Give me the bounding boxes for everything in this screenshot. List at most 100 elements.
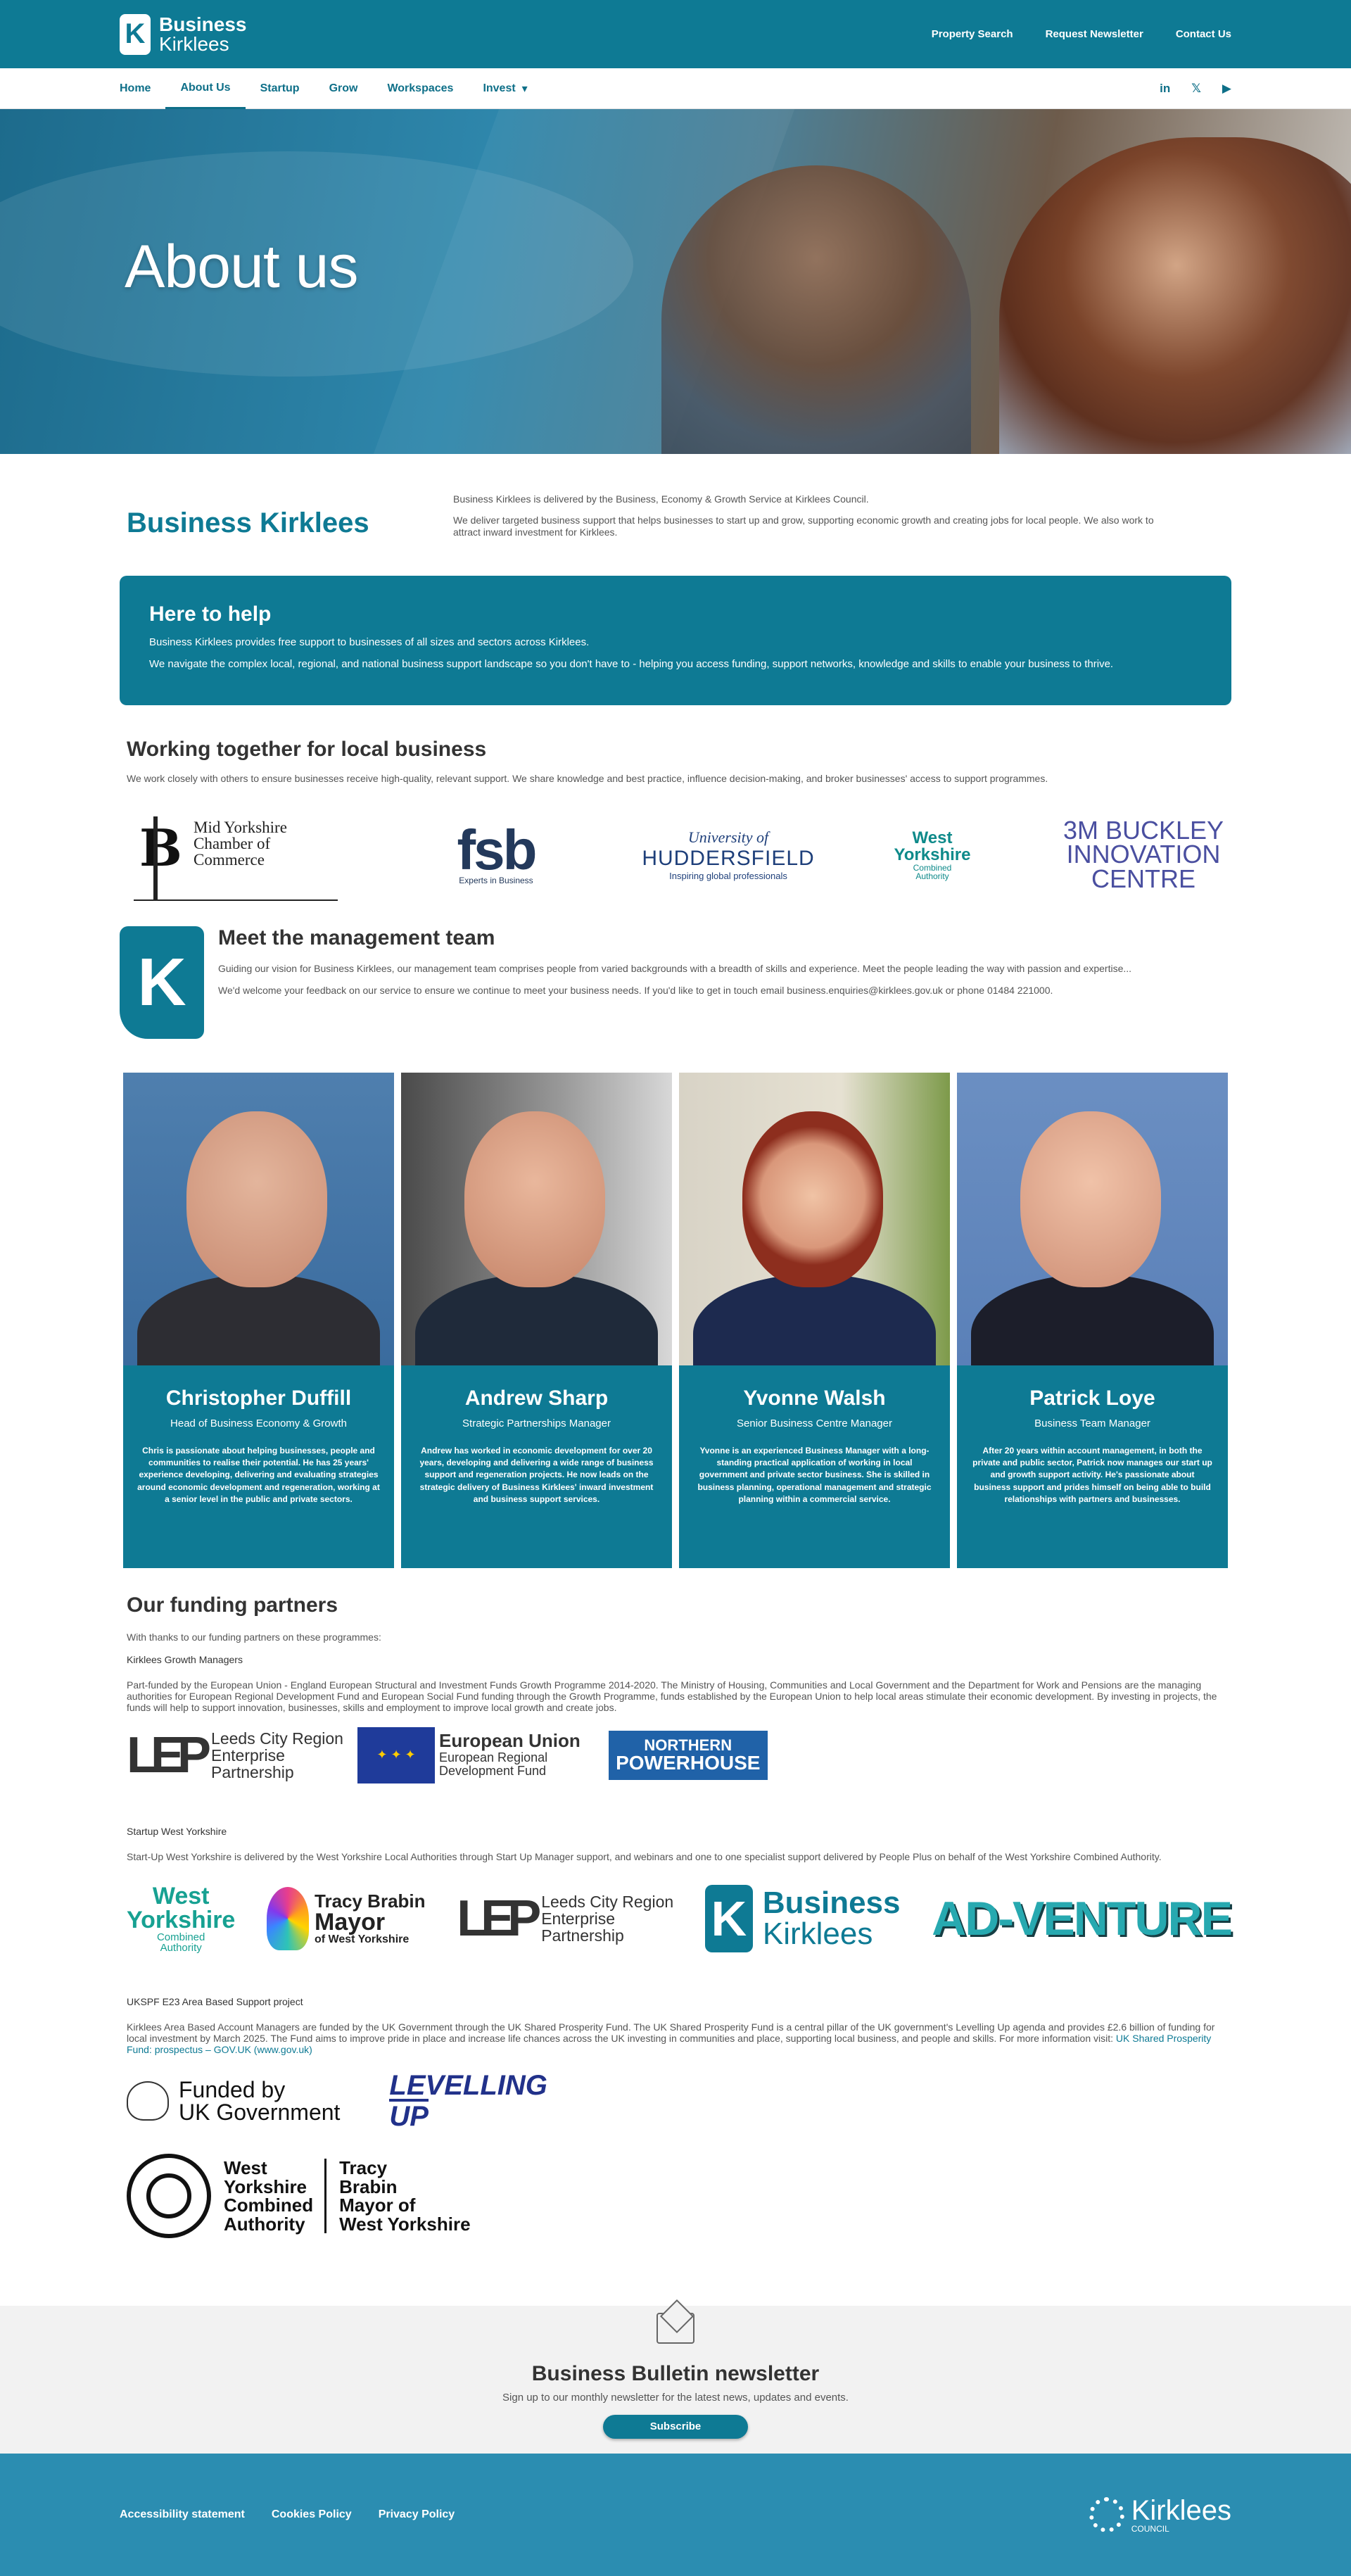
nav-about-us[interactable]: About Us: [165, 68, 246, 109]
team-card: Christopher Duffill Head of Business Eco…: [123, 1072, 394, 1568]
northern-powerhouse-logo: NORTHERN POWERHOUSE: [608, 1730, 768, 1780]
council-name: Kirklees: [1131, 2495, 1231, 2527]
rose-icon: [127, 2154, 211, 2239]
main-content: Business Kirklees Business Kirklees is d…: [120, 454, 1233, 2239]
levelling-up-logo: LEVELLING UP: [389, 2071, 547, 2130]
ukgov-line1: Funded by: [179, 2077, 286, 2103]
lep-line1: Leeds City Region: [211, 1729, 343, 1748]
leeds-city-region-lep-logo: LEP Leeds City Region Enterprise Partnersh…: [457, 1890, 674, 1947]
leeds-city-region-lep-logo: LEP Leeds City Region Enterprise Partnersh…: [127, 1726, 343, 1783]
myc-line1: Mid Yorkshire: [194, 818, 287, 836]
bk-line1: Business: [762, 1885, 901, 1920]
linkedin-icon[interactable]: in: [1160, 82, 1170, 96]
k-logo-icon: K: [120, 926, 204, 1039]
social-links: in 𝕏 ▶: [1160, 82, 1231, 96]
k-logo-icon: K: [704, 1884, 753, 1952]
team-role: Senior Business Centre Manager: [737, 1417, 892, 1429]
growth-managers-logos: LEP Leeds City Region Enterprise Partnersh…: [127, 1726, 1231, 1783]
youtube-icon[interactable]: ▶: [1222, 82, 1231, 96]
nav-workspaces[interactable]: Workspaces: [372, 68, 468, 109]
team-name: Patrick Loye: [1029, 1386, 1155, 1410]
nav-invest[interactable]: Invest ▾: [468, 68, 542, 109]
management-heading: Meet the management team: [218, 926, 495, 949]
kirklees-swirl-icon: [1089, 2497, 1124, 2533]
np-line1: NORTHERN: [644, 1736, 732, 1754]
nav-grow[interactable]: Grow: [315, 68, 373, 109]
x-twitter-icon[interactable]: 𝕏: [1191, 82, 1201, 96]
wyb-line6: Brabin: [339, 2176, 398, 2197]
brand-line2: Kirklees: [159, 32, 229, 55]
flower-icon: [267, 1886, 309, 1950]
nav-invest-label: Invest: [483, 82, 516, 94]
wyca-line3: Combined: [913, 862, 952, 873]
lep-line3: Partnership: [211, 1762, 294, 1781]
funding-s1-text: Part-funded by the European Union - Engl…: [127, 1679, 1217, 1713]
lep-line2: Enterprise: [211, 1745, 285, 1764]
business-kirklees-logo: K Business Kirklees: [704, 1884, 901, 1952]
chevron-down-icon: ▾: [521, 83, 528, 95]
team-bio: After 20 years within account management…: [972, 1445, 1212, 1505]
team-bio: Yvonne is an experienced Business Manage…: [697, 1445, 932, 1505]
wyb-line2: Yorkshire: [224, 2176, 307, 2197]
myc-line2: Chamber of Commerce: [194, 834, 271, 869]
bk-line2: Kirklees: [762, 1916, 873, 1951]
lep-line2: Enterprise: [541, 1909, 616, 1928]
funding-heading: Our funding partners: [127, 1593, 338, 1617]
team-name: Christopher Duffill: [165, 1386, 352, 1410]
management-section: K Meet the management team Guiding our v…: [120, 926, 1231, 1039]
wyca-line4: Authority: [915, 871, 949, 881]
working-together-section: Working together for local business We w…: [120, 738, 1231, 784]
european-union-logo: ✦ ✦ ✦ European Union European Regional Dev…: [357, 1726, 581, 1783]
request-newsletter-link[interactable]: Request Newsletter: [1046, 28, 1143, 40]
funding-s1-title: Kirklees Growth Managers: [127, 1653, 243, 1665]
management-paragraph-2: We'd welcome your feedback on our servic…: [218, 985, 1053, 996]
footer: Accessibility statement Cookies Policy P…: [0, 2454, 1351, 2576]
fsb-mark: fsb: [457, 818, 538, 881]
eu-line1: European Union: [438, 1730, 581, 1752]
team-name: Andrew Sharp: [464, 1386, 609, 1410]
wyb-line1: West: [224, 2157, 267, 2179]
hud-tagline: Inspiring global professionals: [669, 871, 787, 881]
team-card: Andrew Sharp Strategic Partnerships Mana…: [401, 1072, 672, 1568]
eu-line3: Development Fund: [438, 1764, 547, 1779]
privacy-policy-link[interactable]: Privacy Policy: [379, 2508, 455, 2521]
contact-us-link[interactable]: Contact Us: [1176, 28, 1231, 40]
funding-s3-body: Kirklees Area Based Account Managers are…: [127, 2021, 1215, 2044]
lep-line1: Leeds City Region: [541, 1892, 674, 1911]
wyb-line5: Tracy: [339, 2157, 388, 2179]
funding-s3-title: UKSPF E23 Area Based Support project: [127, 1995, 303, 2007]
buckley-line3: CENTRE: [1091, 864, 1195, 893]
team-photo: [679, 1072, 950, 1365]
property-search-link[interactable]: Property Search: [932, 28, 1013, 40]
wy-line3: Combined: [156, 1931, 205, 1943]
brand-logo[interactable]: K Business Kirklees: [120, 13, 247, 55]
mid-yorkshire-chamber-logo: B Mid Yorkshire Chamber of Commerce: [127, 809, 338, 901]
fsb-tagline: Experts in Business: [459, 875, 533, 885]
kirklees-council-logo[interactable]: Kirklees COUNCIL: [1089, 2496, 1231, 2533]
startup-logos: West Yorkshire Combined Authority Tracy …: [127, 1883, 1233, 1954]
eu-flag-icon: ✦ ✦ ✦: [357, 1726, 435, 1783]
team-cards: Christopher Duffill Head of Business Eco…: [120, 1072, 1231, 1568]
management-paragraph-1: Guiding our vision for Business Kirklees…: [218, 962, 1132, 974]
funding-section: Our funding partners With thanks to our …: [120, 1593, 1233, 2239]
buckley-line2: INNOVATION: [1066, 840, 1221, 869]
top-header: K Business Kirklees Property Search Requ…: [0, 0, 1351, 68]
footer-links: Accessibility statement Cookies Policy P…: [120, 2508, 455, 2521]
page-title: About us: [125, 233, 358, 301]
help-heading: Here to help: [149, 602, 272, 626]
wyca-line1: West: [912, 828, 953, 847]
cookies-policy-link[interactable]: Cookies Policy: [272, 2508, 352, 2521]
wyb-line4: Authority: [224, 2213, 305, 2235]
funding-s2-title: Startup West Yorkshire: [127, 1825, 227, 1837]
university-of-huddersfield-logo: University of HUDDERSFIELD Inspiring glo…: [642, 828, 813, 881]
accessibility-statement-link[interactable]: Accessibility statement: [120, 2508, 245, 2521]
subscribe-button[interactable]: Subscribe: [603, 2415, 748, 2439]
intro-paragraph-2: We deliver targeted business support tha…: [453, 514, 1154, 538]
eu-line2: European Regional: [438, 1750, 548, 1764]
nav-home[interactable]: Home: [120, 68, 165, 109]
team-bio: Andrew has worked in economic developmen…: [419, 1445, 654, 1505]
nav-startup[interactable]: Startup: [246, 68, 315, 109]
wyca-line2: Yorkshire: [894, 845, 971, 864]
buckley-line1: 3M BUCKLEY: [1063, 816, 1224, 845]
team-bio: Chris is passionate about helping busine…: [137, 1445, 380, 1505]
